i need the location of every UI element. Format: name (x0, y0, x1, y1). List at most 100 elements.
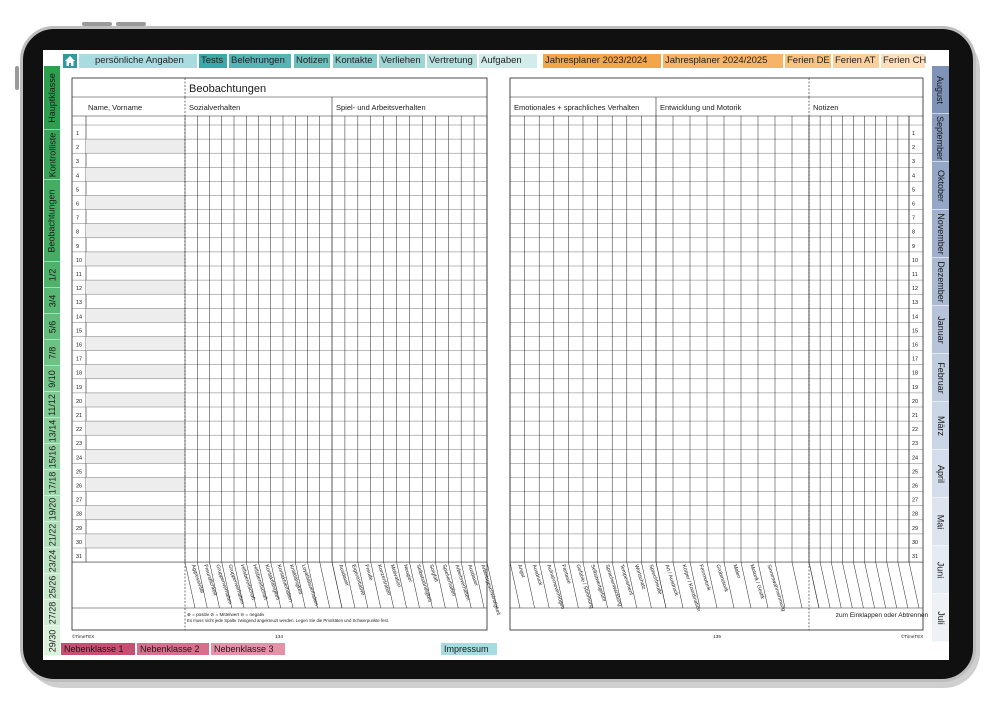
tab-9-10[interactable]: 9/10 (44, 366, 60, 392)
page-number: 134 (275, 634, 283, 640)
column-label: Hilfsbereitschaft (239, 564, 256, 601)
slanted-divider (808, 562, 820, 609)
tab-september[interactable]: September (932, 114, 949, 162)
tab-juli[interactable]: Juli (932, 594, 949, 642)
column-label: Ausdruck (531, 564, 544, 587)
tab-7-8[interactable]: 7/8 (44, 340, 60, 366)
slanted-divider (258, 562, 269, 609)
tab-ferien-ch[interactable]: Ferien CH (881, 54, 926, 68)
tab-label: 5/6 (46, 320, 57, 333)
slanted-divider (524, 562, 535, 609)
tab-februar[interactable]: Februar (932, 354, 949, 402)
tab-nebenklasse-3[interactable]: Nebenklasse 3 (211, 643, 285, 655)
slanted-divider (435, 562, 446, 609)
row-number: 30 (912, 540, 918, 546)
tab-dezember[interactable]: Dezember (932, 258, 949, 306)
column-label: Arbeitsverhalten (453, 564, 470, 602)
column-label: Aufnahmevermögen (545, 564, 565, 610)
tab-15-16[interactable]: 15/16 (44, 444, 60, 470)
row-number: 6 (76, 202, 79, 208)
tab-27-28[interactable]: 27/28 (44, 600, 60, 626)
tab-23-24[interactable]: 23/24 (44, 548, 60, 574)
row-number: 28 (912, 512, 918, 518)
row-stripe (86, 336, 185, 351)
tab-august[interactable]: August (932, 66, 949, 114)
tab-nebenklasse-1[interactable]: Nebenklasse 1 (61, 643, 135, 655)
tab-juni[interactable]: Juni (932, 546, 949, 594)
tab-mai[interactable]: Mai (932, 498, 949, 546)
tab-label: 25/26 (47, 575, 57, 598)
tab-3-4[interactable]: 3/4 (44, 288, 60, 314)
slanted-divider (473, 562, 485, 609)
tab-label: 29/30 (47, 629, 57, 652)
tab-label: Hauptklasse (47, 72, 57, 123)
tab-17-18[interactable]: 17/18 (44, 470, 60, 496)
tab-label: 3/4 (46, 294, 57, 307)
tab-aufgaben[interactable]: Aufgaben (479, 54, 537, 68)
home-icon[interactable] (63, 54, 77, 68)
app-screen: persönliche Angaben Tests Belehrungen Notiz… (43, 50, 949, 660)
slanted-divider (509, 562, 521, 609)
tab-label: März (935, 415, 946, 436)
tab-belehrungen[interactable]: Belehrungen (229, 54, 291, 68)
tab-beobachtungen[interactable]: Beobachtungen (44, 180, 60, 262)
column-label: Selbstständigkeit (415, 564, 433, 604)
tab-tests[interactable]: Tests (199, 54, 227, 68)
row-number: 18 (76, 371, 82, 377)
column-label: Feinmotorik (697, 564, 711, 592)
column-label: Malen (731, 564, 741, 579)
tab-1-2[interactable]: 1/2 (44, 262, 60, 288)
row-number: 23 (912, 441, 918, 447)
tab-label: September (935, 115, 946, 160)
tab-kontrolliste[interactable]: Kontrolliste (44, 130, 60, 180)
column-label: Ausdauer (337, 564, 350, 587)
tab-5-6[interactable]: 5/6 (44, 314, 60, 340)
slanted-divider (791, 562, 803, 609)
column-label: Art / Ausdruck (663, 564, 679, 597)
tab-hauptklasse[interactable]: Hauptklasse (44, 66, 60, 130)
tab-29-30[interactable]: 29/30 (44, 626, 60, 656)
slanted-divider (307, 562, 318, 609)
tab-persoenliche-angaben[interactable]: persönliche Angaben (79, 54, 197, 68)
slanted-divider (383, 562, 394, 609)
tab-jahresplaner-2024-2025[interactable]: Jahresplaner 2024/2025 (663, 54, 783, 68)
tab-vertretung[interactable]: Vertretung (427, 54, 477, 68)
tab-ferien-de[interactable]: Ferien DE (785, 54, 831, 68)
tab-21-22[interactable]: 21/22 (44, 522, 60, 548)
tab-nebenklasse-2[interactable]: Nebenklasse 2 (137, 643, 209, 655)
tab-jahresplaner-2023-2024[interactable]: Jahresplaner 2023/2024 (543, 54, 661, 68)
column-label: Gruppenverhalten (227, 564, 246, 605)
tab-oktober[interactable]: Oktober (932, 162, 949, 210)
legend-text: ⊕ = positiv ⊘ = Mittelwert ⊖ = negativ (187, 612, 265, 617)
slanted-divider (689, 562, 701, 609)
page-number: 135 (713, 634, 721, 640)
row-number: 2 (76, 145, 79, 151)
tab-label: Oktober (935, 169, 946, 202)
row-number: 9 (912, 244, 915, 250)
tab-maerz[interactable]: März (932, 402, 949, 450)
tab-notizen[interactable]: Notizen (294, 54, 330, 68)
slanted-divider (853, 562, 864, 609)
row-number: 15 (912, 328, 918, 334)
tab-label: August (935, 75, 946, 104)
row-number: 11 (912, 272, 918, 278)
row-number: 3 (76, 159, 79, 165)
column-label: Fantasie (560, 564, 572, 585)
tab-november[interactable]: November (932, 210, 949, 258)
tab-25-26[interactable]: 25/26 (44, 574, 60, 600)
tab-verliehen[interactable]: Verliehen (379, 54, 425, 68)
tab-april[interactable]: April (932, 450, 949, 498)
tab-19-20[interactable]: 19/20 (44, 496, 60, 522)
tab-ferien-at[interactable]: Ferien AT (833, 54, 879, 68)
tab-13-14[interactable]: 13/14 (44, 418, 60, 444)
volume-button (116, 22, 146, 26)
tab-label: 13/14 (47, 419, 57, 442)
tab-januar[interactable]: Januar (932, 306, 949, 354)
tab-11-12[interactable]: 11/12 (44, 392, 60, 418)
tab-label: 7/8 (46, 346, 57, 359)
slanted-divider (908, 562, 920, 609)
row-number: 20 (912, 399, 918, 405)
tab-impressum[interactable]: Impressum (441, 643, 497, 655)
tab-kontakte[interactable]: Kontakte (333, 54, 377, 68)
slanted-divider (553, 562, 565, 609)
